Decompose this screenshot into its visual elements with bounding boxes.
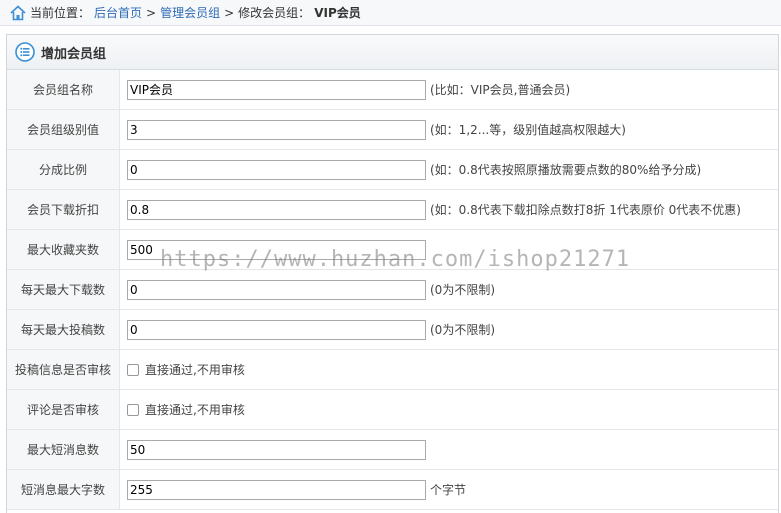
breadcrumb-home-link[interactable]: 后台首页: [94, 4, 142, 21]
table-row: 会员组名称 (比如：VIP会员,普通会员): [7, 70, 778, 110]
field-label: 最大收藏夹数: [7, 229, 120, 270]
form-table: 会员组名称 (比如：VIP会员,普通会员) 会员组级别值 (如：1,2...等，…: [7, 70, 778, 510]
home-icon: [10, 4, 26, 20]
field-label: 短消息最大字数: [7, 469, 120, 510]
panel-header: 增加会员组: [7, 35, 778, 70]
breadcrumb-separator: >: [146, 5, 157, 20]
download-discount-input[interactable]: [127, 199, 426, 220]
table-row: 投稿信息是否审核 直接通过,不用审核: [7, 349, 778, 390]
post-review-checkbox[interactable]: [127, 363, 139, 376]
table-row: 分成比例 (如：0.8代表按照原播放需要点数的80%给予分成): [7, 149, 778, 190]
field-label: 会员组名称: [7, 70, 120, 110]
table-row: 会员下载折扣 (如：0.8代表下载扣除点数打8折 1代表原价 0代表不优惠): [7, 189, 778, 230]
field-hint: (比如：VIP会员,普通会员): [430, 83, 571, 97]
breadcrumb-current: 修改会员组： VIP会员: [238, 4, 361, 21]
field-label: 评论是否审核: [7, 389, 120, 430]
max-message-length-input[interactable]: [127, 479, 426, 500]
breadcrumb-current-prefix: 修改会员组：: [238, 6, 311, 20]
group-level-input[interactable]: [127, 119, 426, 140]
member-group-panel: 增加会员组 会员组名称 (比如：VIP会员,普通会员) 会员组级别值 (如：1,…: [6, 34, 779, 513]
checkbox-label[interactable]: 直接通过,不用审核: [145, 403, 245, 417]
field-hint: 个字节: [430, 483, 467, 497]
group-name-input[interactable]: [127, 79, 426, 100]
watermark: https://www.huzhan.com/ishop21271: [160, 247, 631, 272]
field-label: 会员下载折扣: [7, 189, 120, 230]
table-row: 短消息最大字数 个字节: [7, 469, 778, 510]
checkbox-label[interactable]: 直接通过,不用审核: [145, 363, 245, 377]
field-label: 投稿信息是否审核: [7, 349, 120, 390]
max-messages-input[interactable]: [127, 439, 426, 460]
comment-review-checkbox[interactable]: [127, 403, 139, 416]
field-label: 最大短消息数: [7, 429, 120, 470]
breadcrumb: 当前位置： 后台首页 > 管理会员组 > 修改会员组： VIP会员: [0, 0, 781, 26]
list-icon: [15, 42, 35, 62]
max-daily-posts-input[interactable]: [127, 319, 426, 340]
field-hint: (如：0.8代表下载扣除点数打8折 1代表原价 0代表不优惠): [430, 203, 741, 217]
table-row: 评论是否审核 直接通过,不用审核: [7, 389, 778, 430]
breadcrumb-group-link[interactable]: 管理会员组: [160, 4, 220, 21]
breadcrumb-separator: >: [224, 5, 235, 20]
field-hint: (如：1,2...等，级别值越高权限越大): [430, 123, 626, 137]
table-row: 会员组级别值 (如：1,2...等，级别值越高权限越大): [7, 109, 778, 150]
field-label: 分成比例: [7, 149, 120, 190]
field-hint: (0为不限制): [430, 283, 495, 297]
table-row: 最大短消息数: [7, 429, 778, 470]
field-label: 每天最大投稿数: [7, 309, 120, 350]
table-row: 每天最大下载数 (0为不限制): [7, 269, 778, 310]
max-daily-downloads-input[interactable]: [127, 279, 426, 300]
table-row: 每天最大投稿数 (0为不限制): [7, 309, 778, 350]
breadcrumb-prefix: 当前位置：: [30, 6, 91, 20]
share-ratio-input[interactable]: [127, 159, 426, 180]
breadcrumb-current-name: VIP会员: [314, 6, 361, 20]
field-label: 每天最大下载数: [7, 269, 120, 310]
field-hint: (0为不限制): [430, 323, 495, 337]
panel-title: 增加会员组: [41, 46, 107, 62]
field-hint: (如：0.8代表按照原播放需要点数的80%给予分成): [430, 163, 702, 177]
field-label: 会员组级别值: [7, 109, 120, 150]
